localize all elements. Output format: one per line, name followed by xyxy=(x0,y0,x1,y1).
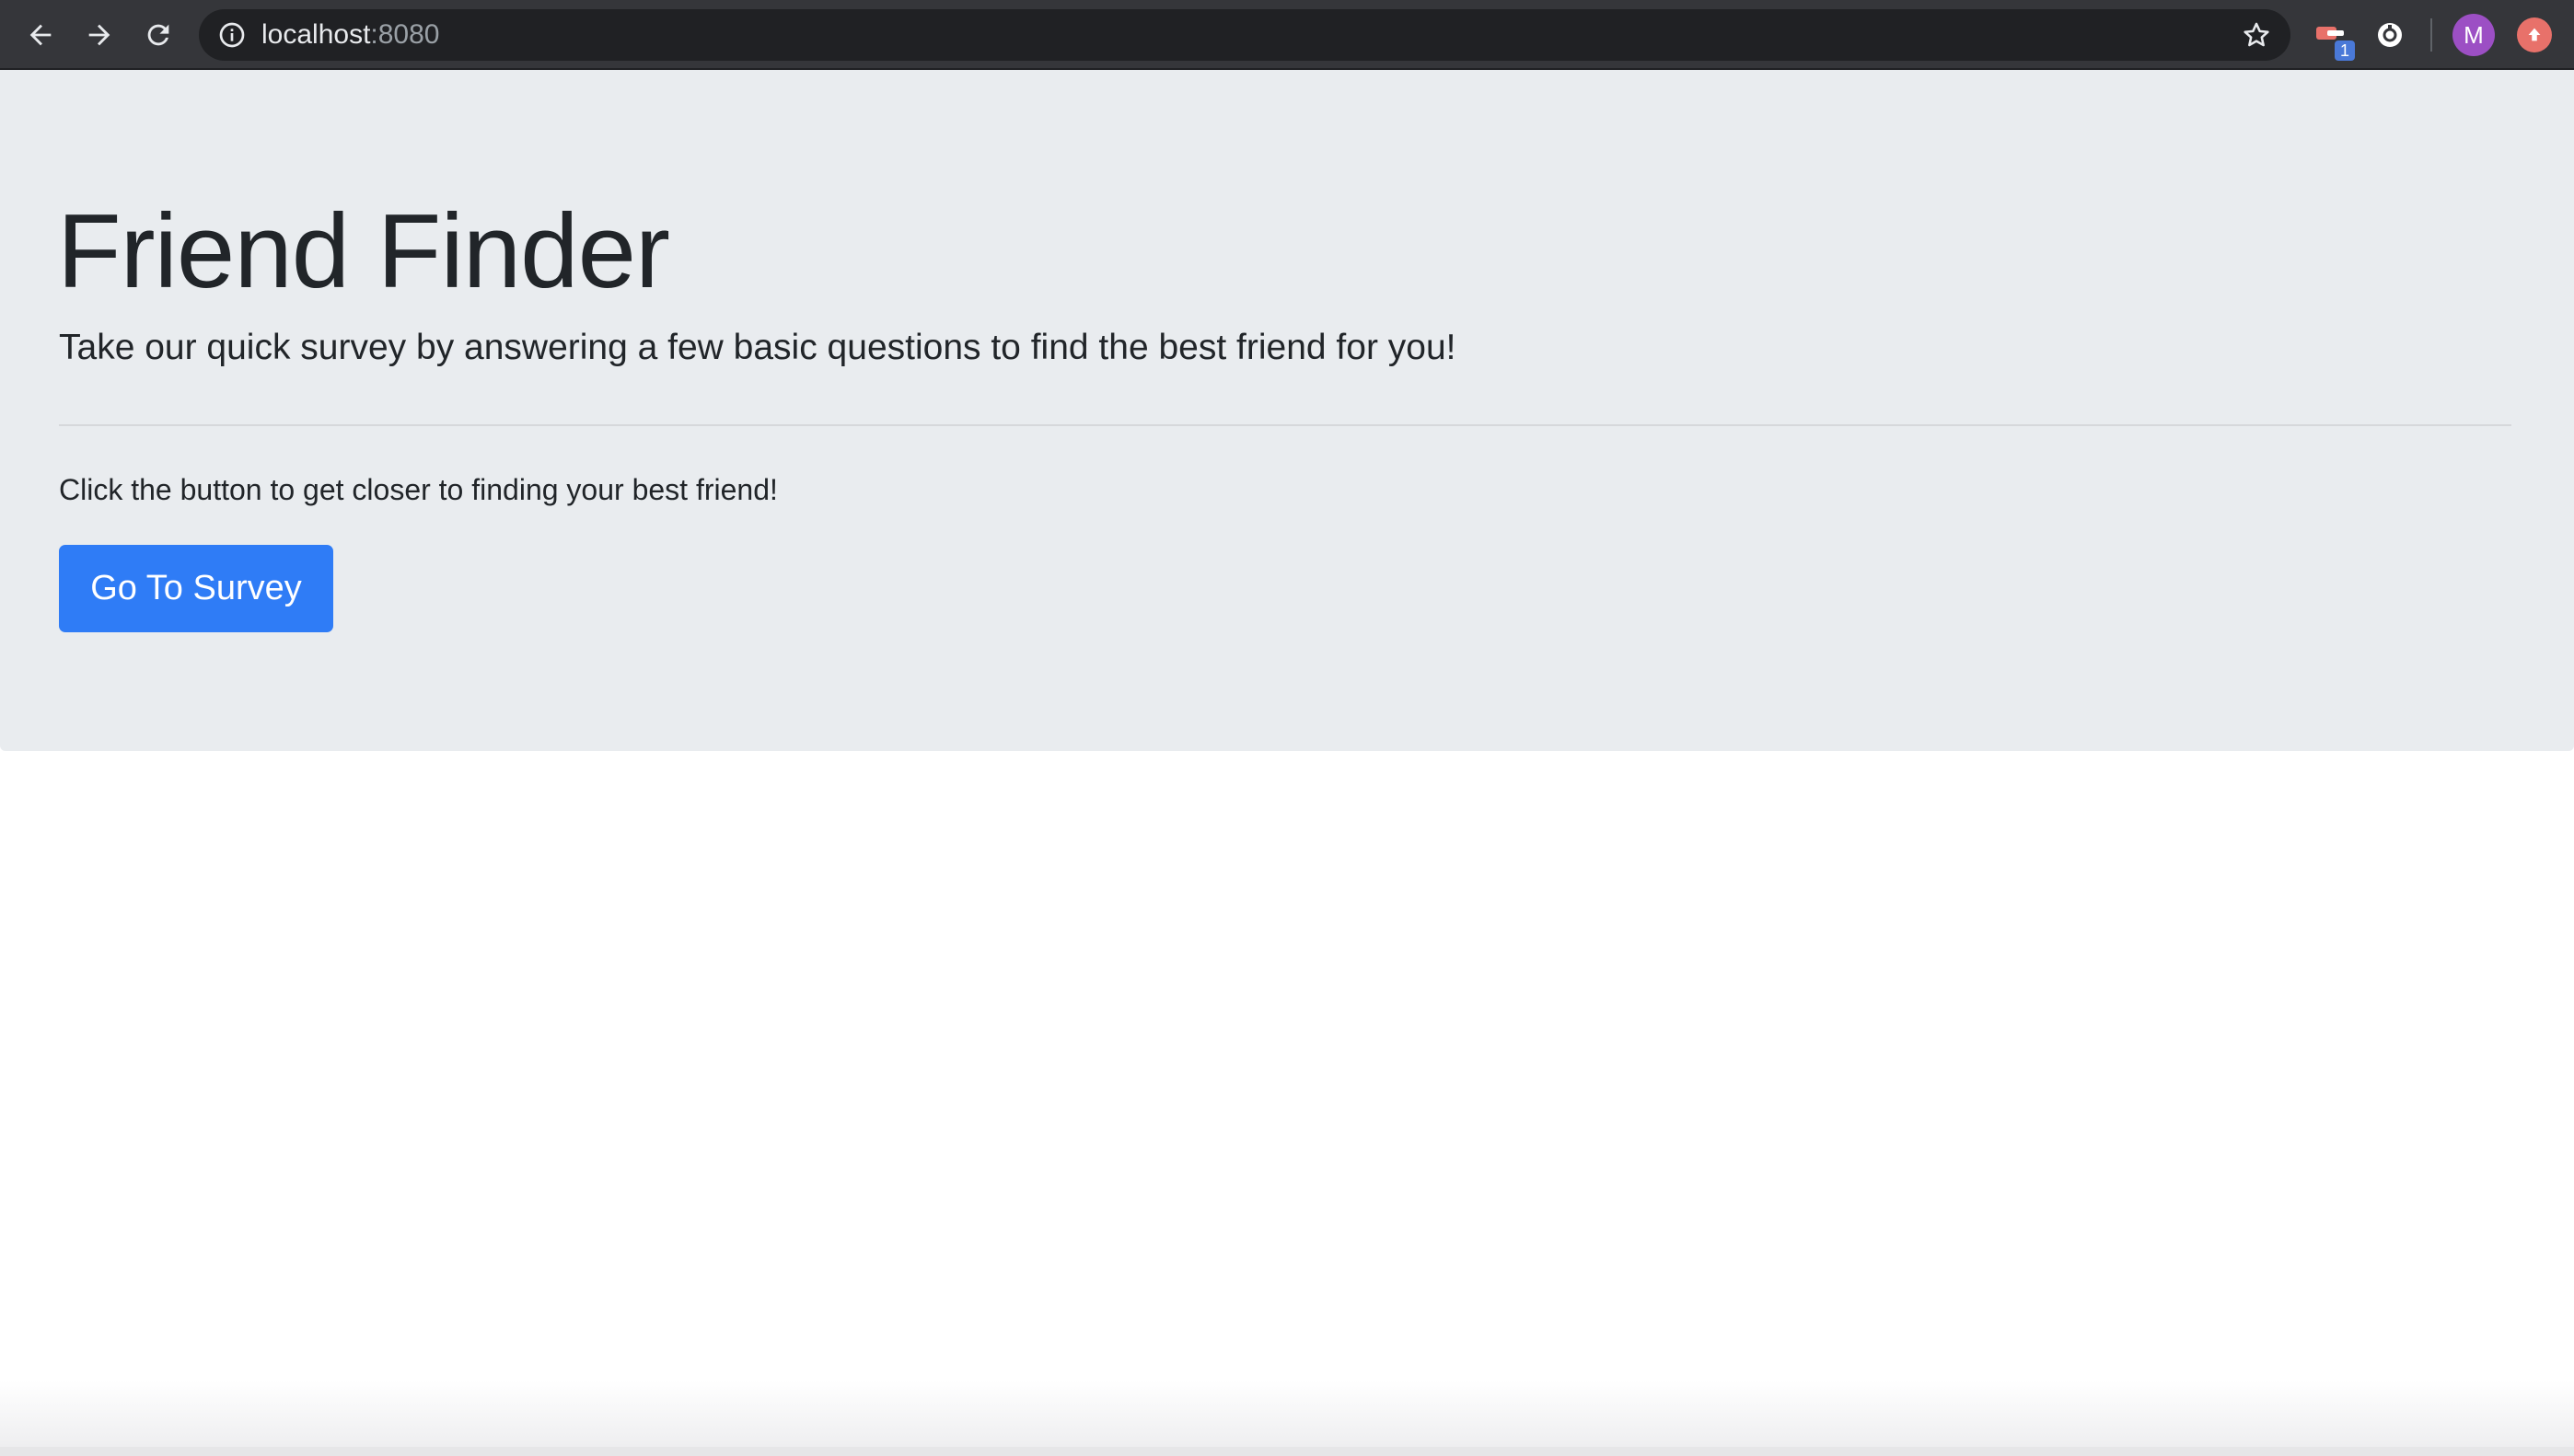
extension-badge: 1 xyxy=(2335,40,2355,61)
forward-button[interactable] xyxy=(74,9,125,61)
browser-toolbar: localhost:8080 1 M xyxy=(0,0,2574,70)
instruction-text: Click the button to get closer to findin… xyxy=(59,473,778,506)
arrow-left-icon xyxy=(29,24,52,46)
editor-status-bar xyxy=(0,1447,2574,1456)
update-button[interactable] xyxy=(2517,17,2552,52)
address-bar[interactable]: localhost:8080 xyxy=(199,9,2290,61)
url-host: localhost xyxy=(261,19,371,50)
reload-button[interactable] xyxy=(133,9,184,61)
extension-button-1[interactable]: 1 xyxy=(2309,13,2355,61)
arrow-right-icon xyxy=(88,24,110,46)
profile-avatar[interactable]: M xyxy=(2452,14,2495,56)
window-bottom-shadow xyxy=(0,1381,2574,1447)
reload-icon xyxy=(147,24,169,46)
toolbar-divider xyxy=(2430,18,2432,52)
extension-icon xyxy=(2378,23,2402,47)
url-text[interactable]: localhost:8080 xyxy=(261,9,439,61)
star-icon[interactable] xyxy=(2241,19,2272,51)
jumbotron: Friend Finder Take our quick survey by a… xyxy=(0,70,2574,751)
page-title: Friend Finder xyxy=(57,193,670,310)
lead-text: Take our quick survey by answering a few… xyxy=(59,328,1456,367)
divider xyxy=(59,424,2511,426)
update-icon xyxy=(2528,28,2541,41)
url-port: :8080 xyxy=(370,19,440,50)
go-to-survey-button[interactable]: Go To Survey xyxy=(59,545,333,632)
back-button[interactable] xyxy=(15,9,66,61)
info-icon[interactable] xyxy=(217,20,247,50)
extension-button-2[interactable] xyxy=(2368,13,2412,57)
